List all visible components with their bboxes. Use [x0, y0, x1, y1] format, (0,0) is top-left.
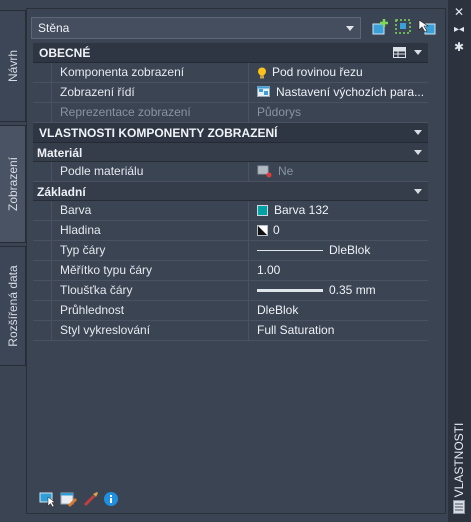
- lightbulb-icon: [258, 67, 266, 79]
- property-value[interactable]: DleBlok: [249, 301, 428, 320]
- autohide-icon[interactable]: ▸◂: [454, 24, 464, 36]
- palette-properties-icon[interactable]: [453, 500, 465, 514]
- property-row-meritko: Měřítko typu čáry 1.00: [33, 261, 428, 281]
- close-icon[interactable]: ✕: [454, 6, 464, 18]
- property-value[interactable]: 0.35 mm: [249, 281, 428, 300]
- select-display-icon[interactable]: [39, 491, 57, 508]
- property-value[interactable]: 0: [249, 221, 428, 240]
- property-name: Měřítko typu čáry: [51, 261, 249, 280]
- property-row-tloustka: Tloušťka čáry 0.35 mm: [33, 281, 428, 301]
- property-row-pruhlednost: Průhlednost DleBlok: [33, 301, 428, 321]
- property-name: Hladina: [51, 221, 249, 240]
- property-value[interactable]: Full Saturation: [249, 321, 428, 340]
- property-value-text: DleBlok: [257, 303, 299, 317]
- tab-rozsirena-data[interactable]: Rozšířená data: [0, 246, 26, 366]
- style-select[interactable]: Stěna: [31, 17, 361, 39]
- subsection-basic-title: Základní: [37, 185, 86, 199]
- property-name: Tloušťka čáry: [51, 281, 249, 300]
- info-icon[interactable]: [103, 491, 119, 507]
- property-row-zobrazeni-ridi: Zobrazení řídí Nastavení výchozích para.…: [33, 83, 428, 103]
- edit-display-icon[interactable]: [60, 491, 78, 507]
- property-row-podle-materialu: Podle materiálu Ne: [33, 162, 428, 182]
- property-value[interactable]: Ne: [249, 162, 428, 181]
- section-general[interactable]: OBECNÉ: [33, 43, 428, 63]
- property-value: Půdorys: [249, 103, 428, 122]
- property-name: Podle materiálu: [51, 162, 249, 181]
- tab-navrh[interactable]: Návrh: [0, 10, 26, 122]
- property-value[interactable]: DleBlok: [249, 241, 428, 260]
- property-name: Zobrazení řídí: [51, 83, 249, 102]
- palette-main: Stěna OBECNÉ Komponenta zobrazení Pod ro…: [26, 8, 446, 514]
- tab-zobrazeni[interactable]: Zobrazení: [0, 125, 26, 243]
- bottom-toolbar: [39, 491, 119, 510]
- section-display-component-title: VLASTNOSTI KOMPONENTY ZOBRAZENÍ: [39, 126, 278, 140]
- add-selection-icon[interactable]: [371, 18, 391, 36]
- property-value[interactable]: 1.00: [249, 261, 428, 280]
- properties-palette: Návrh Zobrazení Rozšířená data Stěna OBE…: [0, 0, 471, 522]
- collapse-caret-icon[interactable]: [414, 130, 422, 135]
- properties-grid: OBECNÉ Komponenta zobrazení Pod rovinou …: [33, 43, 428, 341]
- subsection-basic[interactable]: Základní: [33, 182, 428, 201]
- tab-zobrazeni-label: Zobrazení: [5, 156, 20, 212]
- property-name: Průhlednost: [51, 301, 249, 320]
- collapse-caret-icon[interactable]: [414, 150, 422, 155]
- property-row-reprezentace: Reprezentace zobrazení Půdorys: [33, 103, 428, 123]
- property-value[interactable]: Barva 132: [249, 201, 428, 220]
- display-settings-icon: [257, 86, 270, 98]
- property-row-barva: Barva Barva 132: [33, 201, 428, 221]
- tab-rozsirena-data-label: Rozšířená data: [5, 265, 20, 347]
- property-name: Styl vykreslování: [51, 321, 249, 340]
- property-value-text: Ne: [278, 164, 294, 178]
- property-name: Barva: [51, 201, 249, 220]
- subsection-material[interactable]: Materiál: [33, 143, 428, 162]
- select-objects-icon[interactable]: [417, 18, 437, 36]
- subsection-material-title: Materiál: [37, 146, 83, 160]
- property-row-hladina: Hladina 0: [33, 221, 428, 241]
- property-value-text: 0.35 mm: [329, 283, 376, 297]
- property-value-text: 1.00: [257, 263, 281, 277]
- property-value-text: Půdorys: [257, 105, 302, 119]
- lineweight-preview: [257, 289, 323, 293]
- property-value-text: DleBlok: [329, 243, 371, 257]
- property-value[interactable]: Nastavení výchozích para...: [249, 83, 428, 102]
- gear-icon[interactable]: ✱: [454, 41, 464, 53]
- section-display-component[interactable]: VLASTNOSTI KOMPONENTY ZOBRAZENÍ: [33, 123, 428, 143]
- property-value-text: 0: [273, 223, 280, 237]
- property-name: Typ čáry: [51, 241, 249, 260]
- palette-title-bar[interactable]: ✕ ▸◂ ✱ VLASTNOSTI: [448, 0, 471, 522]
- table-view-icon[interactable]: [393, 47, 406, 58]
- material-icon: [257, 165, 272, 178]
- collapse-caret-icon[interactable]: [414, 189, 422, 194]
- property-row-typ-cary: Typ čáry DleBlok: [33, 241, 428, 261]
- property-value[interactable]: Pod rovinou řezu: [249, 63, 428, 82]
- style-select-value: Stěna: [38, 21, 70, 35]
- chevron-down-icon: [346, 26, 354, 31]
- section-general-title: OBECNÉ: [39, 46, 91, 60]
- property-name: Reprezentace zobrazení: [51, 103, 249, 122]
- linetype-preview: [257, 250, 323, 252]
- property-row-komponenta: Komponenta zobrazení Pod rovinou řezu: [33, 63, 428, 83]
- layer-icon: [257, 225, 268, 237]
- property-value-text: Nastavení výchozích para...: [276, 85, 425, 99]
- palette-title: VLASTNOSTI: [452, 422, 466, 498]
- property-value-text: Barva 132: [274, 203, 329, 217]
- property-name: Komponenta zobrazení: [51, 63, 249, 82]
- collapse-caret-icon[interactable]: [414, 50, 422, 55]
- match-properties-icon[interactable]: [82, 491, 100, 507]
- property-value-text: Full Saturation: [257, 323, 335, 337]
- quick-select-icon[interactable]: [394, 18, 414, 36]
- tab-navrh-label: Návrh: [5, 49, 20, 83]
- color-swatch: [257, 205, 268, 217]
- property-row-styl-vykreslovani: Styl vykreslování Full Saturation: [33, 321, 428, 341]
- property-value-text: Pod rovinou řezu: [272, 65, 363, 79]
